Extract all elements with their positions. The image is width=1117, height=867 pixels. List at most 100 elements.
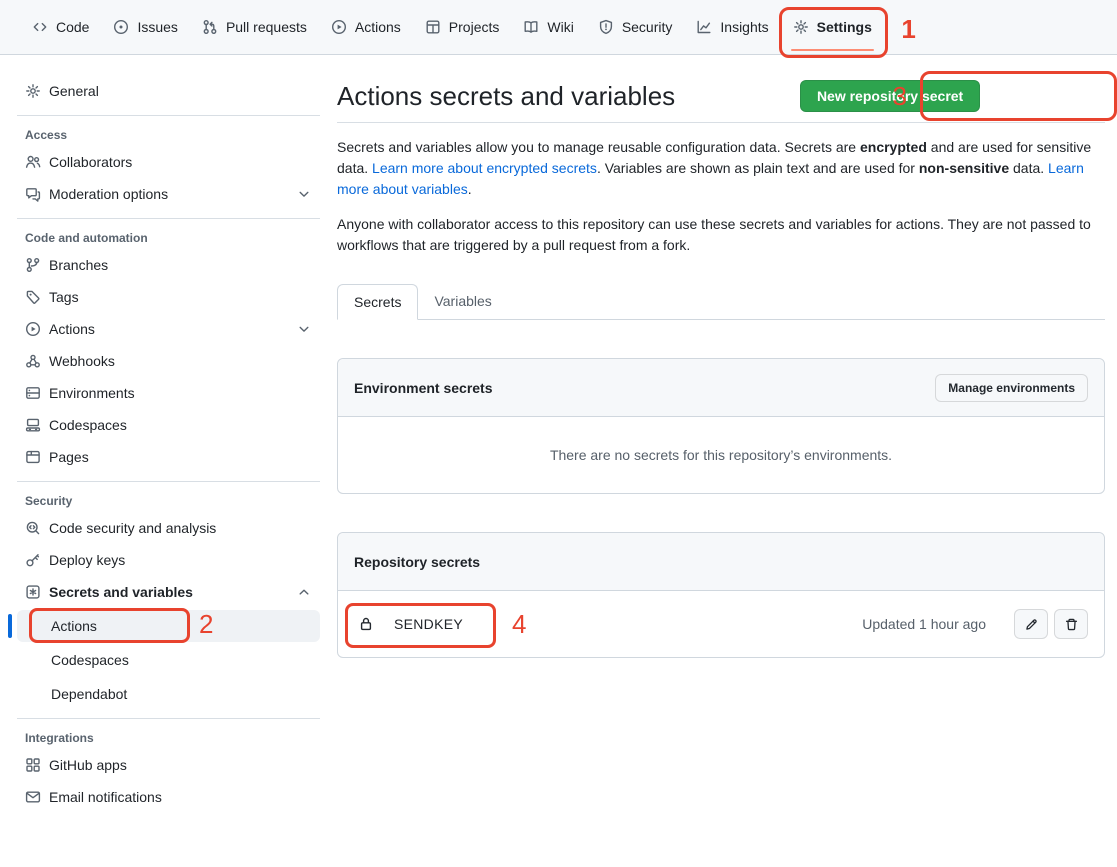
sidebar-item-webhooks[interactable]: Webhooks [17, 345, 320, 377]
secret-name: SENDKEY [394, 616, 463, 632]
tab-code[interactable]: Code [20, 0, 101, 54]
sidebar-section-title: Code and automation [17, 227, 320, 249]
sidebar-item-email-notifications[interactable]: Email notifications [17, 781, 320, 813]
sidebar-item-label: GitHub apps [49, 757, 127, 773]
sidebar-divider [17, 218, 320, 219]
edit-secret-button[interactable] [1014, 609, 1048, 639]
environment-secrets-header: Environment secrets Manage environments [338, 359, 1104, 417]
apps-icon [25, 757, 41, 773]
project-icon [425, 19, 441, 35]
sidebar-item-label: Actions [49, 321, 288, 337]
webhook-icon [25, 353, 41, 369]
tab-label: Code [56, 19, 89, 35]
intro-text-segment: Secrets and variables allow you to manag… [337, 139, 860, 155]
tab-pull-requests[interactable]: Pull requests [190, 0, 319, 54]
annotation-number-2: 2 [199, 611, 213, 637]
sidebar-item-environments[interactable]: Environments [17, 377, 320, 409]
selected-accent-bar [8, 614, 12, 638]
tab-projects[interactable]: Projects [413, 0, 512, 54]
repository-secrets-box: Repository secrets SENDKEY 4 Updated 1 h… [337, 532, 1105, 658]
tab-secrets[interactable]: Secrets [337, 284, 418, 320]
link-learn-more-encrypted-secrets[interactable]: Learn more about encrypted secrets [372, 160, 597, 176]
sidebar-item-label: Codespaces [51, 652, 129, 668]
tag-icon [25, 289, 41, 305]
delete-secret-button[interactable] [1054, 609, 1088, 639]
sidebar-item-label: Actions [51, 618, 97, 634]
manage-environments-button[interactable]: Manage environments [935, 374, 1088, 402]
issue-opened-icon [113, 19, 129, 35]
sidebar-item-pages[interactable]: Pages [17, 441, 320, 473]
sidebar-divider [17, 115, 320, 116]
tab-variables[interactable]: Variables [418, 284, 507, 319]
github-settings-page: Code Issues Pull requests Actions Projec… [0, 0, 1117, 867]
repo-tab-nav: Code Issues Pull requests Actions Projec… [0, 0, 1117, 55]
intro-bold-non-sensitive: non-sensitive [919, 160, 1009, 176]
trash-icon [1064, 617, 1079, 632]
sidebar-item-tags[interactable]: Tags [17, 281, 320, 313]
tab-insights[interactable]: Insights [684, 0, 780, 54]
sidebar-item-github-apps[interactable]: GitHub apps [17, 749, 320, 781]
new-repository-secret-button[interactable]: New repository secret [800, 80, 980, 112]
environment-secrets-title: Environment secrets [354, 380, 493, 396]
sidebar-item-code-security[interactable]: Code security and analysis [17, 512, 320, 544]
chevron-up-icon [296, 584, 312, 600]
sidebar-item-label: Webhooks [49, 353, 115, 369]
intro-bold-encrypted: encrypted [860, 139, 927, 155]
tab-settings[interactable]: Settings 1 [781, 0, 884, 54]
sidebar-item-branches[interactable]: Branches [17, 249, 320, 281]
play-icon [25, 321, 41, 337]
key-icon [25, 552, 41, 568]
sidebar-section-title: Integrations [17, 727, 320, 749]
sidebar-item-secrets-and-variables[interactable]: Secrets and variables [17, 576, 320, 608]
sidebar-item-label: Email notifications [49, 789, 162, 805]
tab-label: Issues [137, 19, 177, 35]
chevron-down-icon [296, 186, 312, 202]
sidebar-subitem-actions[interactable]: Actions 2 [17, 610, 320, 642]
sidebar-item-codespaces[interactable]: Codespaces [17, 409, 320, 441]
environment-secrets-box: Environment secrets Manage environments … [337, 358, 1105, 494]
sidebar-item-label: Dependabot [51, 686, 127, 702]
intro-text-segment: . [468, 181, 472, 197]
sidebar-subitem-dependabot[interactable]: Dependabot [17, 678, 320, 710]
tab-label: Insights [720, 19, 768, 35]
tab-actions[interactable]: Actions [319, 0, 413, 54]
sidebar-divider [17, 481, 320, 482]
intro-text-segment: . Variables are shown as plain text and … [597, 160, 919, 176]
sidebar-item-actions[interactable]: Actions [17, 313, 320, 345]
tab-label: Pull requests [226, 19, 307, 35]
tab-label: Settings [817, 19, 872, 35]
comment-discussion-icon [25, 186, 41, 202]
mail-icon [25, 789, 41, 805]
secrets-variables-tabs: Secrets Variables [337, 284, 1105, 320]
intro-paragraph-1: Secrets and variables allow you to manag… [337, 137, 1105, 200]
tab-label: Security [622, 19, 673, 35]
sidebar-item-deploy-keys[interactable]: Deploy keys [17, 544, 320, 576]
repository-secrets-title: Repository secrets [354, 554, 480, 570]
sidebar-item-label: Deploy keys [49, 552, 125, 568]
settings-sidebar: General Access Collaborators Moderation … [0, 55, 337, 813]
pencil-icon [1024, 617, 1039, 632]
tab-label: Projects [449, 19, 500, 35]
annotation-number-1: 1 [901, 16, 915, 42]
tab-issues[interactable]: Issues [101, 0, 189, 54]
shield-icon [598, 19, 614, 35]
tab-wiki[interactable]: Wiki [511, 0, 585, 54]
lock-icon [358, 616, 374, 632]
secret-updated-timestamp: Updated 1 hour ago [862, 616, 986, 632]
server-icon [25, 385, 41, 401]
sidebar-item-label: General [49, 83, 99, 99]
page-header: Actions secrets and variables New reposi… [337, 80, 1105, 123]
sidebar-subitem-codespaces[interactable]: Codespaces [17, 644, 320, 676]
gear-icon [793, 19, 809, 35]
sidebar-item-collaborators[interactable]: Collaborators [17, 146, 320, 178]
people-icon [25, 154, 41, 170]
sidebar-item-moderation-options[interactable]: Moderation options [17, 178, 320, 210]
git-branch-icon [25, 257, 41, 273]
intro-text: Secrets and variables allow you to manag… [337, 137, 1105, 256]
tab-security[interactable]: Security [586, 0, 685, 54]
book-icon [523, 19, 539, 35]
active-tab-underline [791, 49, 874, 51]
sidebar-item-general[interactable]: General [17, 75, 320, 107]
graph-icon [696, 19, 712, 35]
gear-icon [25, 83, 41, 99]
